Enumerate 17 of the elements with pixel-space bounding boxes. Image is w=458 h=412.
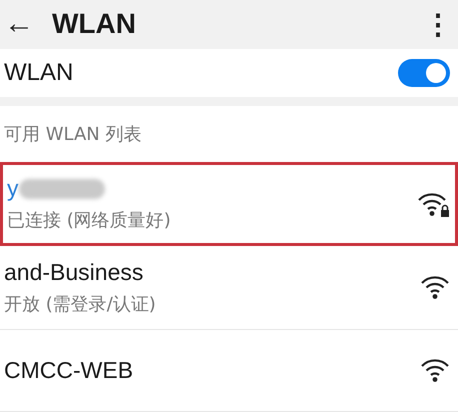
network-status: 开放 (需登录/认证) <box>4 292 157 316</box>
network-name: y <box>7 175 18 202</box>
wifi-lock-icon <box>417 190 449 217</box>
network-item[interactable]: y 已连接 (网络质量好) <box>0 162 458 246</box>
menu-button[interactable]: ⋮ <box>424 8 452 41</box>
back-button[interactable]: ← <box>4 9 34 40</box>
wlan-label: WLAN <box>4 58 74 87</box>
wifi-icon <box>420 357 452 384</box>
network-name: CMCC-WEB <box>4 356 134 384</box>
page-title: WLAN <box>52 8 137 40</box>
section-title: 可用 WLAN 列表 <box>4 122 142 146</box>
wifi-icon <box>420 274 452 300</box>
wlan-switch[interactable] <box>398 58 450 87</box>
network-name: and-Business <box>4 258 144 286</box>
network-item[interactable]: CMCC-WEB <box>0 330 458 412</box>
network-status: 已连接 (网络质量好) <box>7 209 172 232</box>
network-item[interactable]: and-Business 开放 (需登录/认证) <box>0 246 458 330</box>
